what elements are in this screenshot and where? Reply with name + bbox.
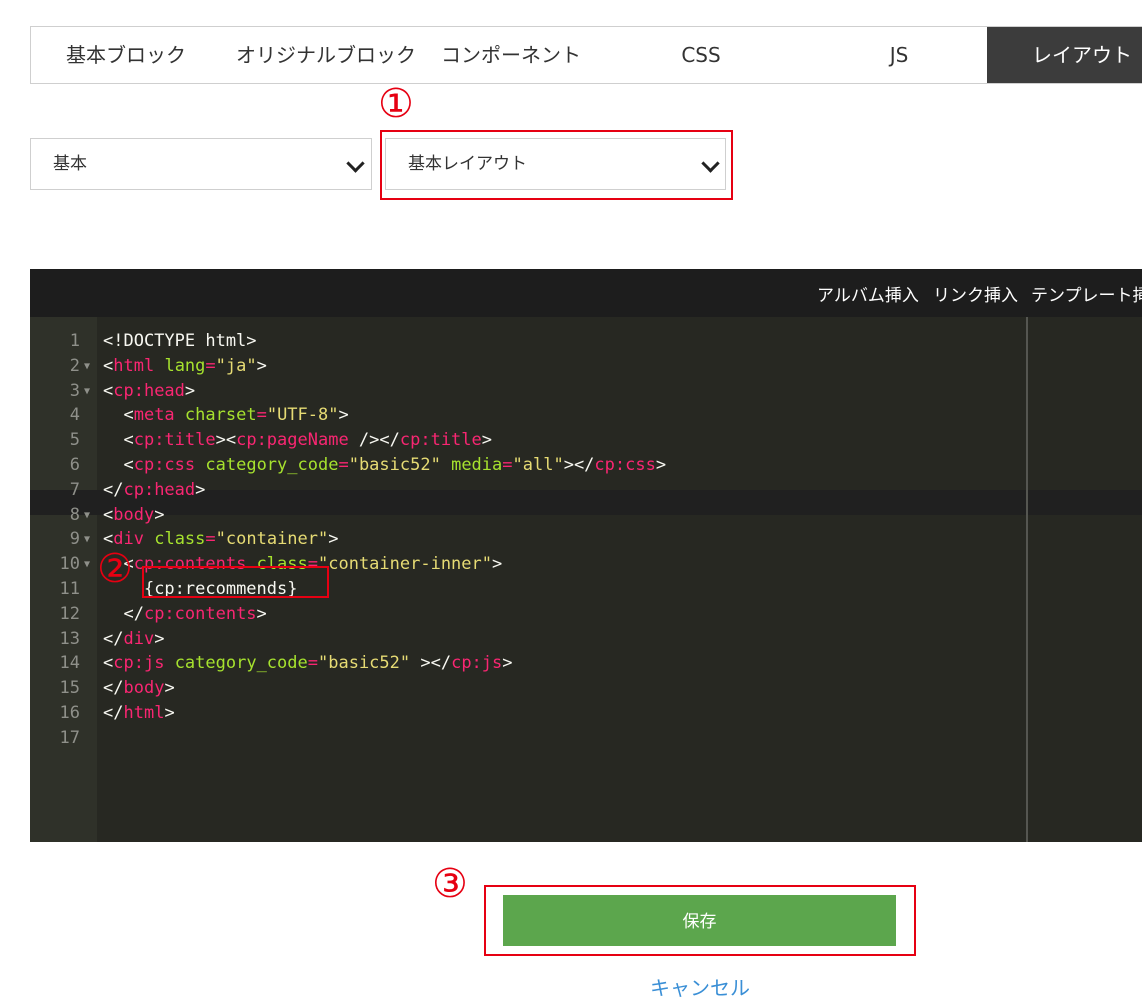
line-number: 3 bbox=[69, 380, 80, 401]
code-text: </div> bbox=[103, 628, 165, 649]
code-line[interactable]: 9 ▼ <div class="container"> bbox=[30, 527, 1142, 552]
code-text: </cp:head> bbox=[103, 479, 206, 500]
line-number: 14 bbox=[59, 653, 80, 674]
layout-tab-bar: 基本ブロック オリジナルブロック コンポーネント CSS JS レイアウト bbox=[30, 26, 1142, 84]
code-text: <cp:head> bbox=[103, 380, 196, 401]
fold-arrow-icon[interactable]: ▼ bbox=[84, 552, 90, 577]
code-text: </cp:contents> bbox=[103, 603, 267, 624]
line-number: 6 bbox=[69, 455, 80, 475]
line-number: 11 bbox=[59, 579, 80, 599]
line-number: 7 bbox=[69, 479, 80, 500]
tab-original-block[interactable]: オリジナルブロック bbox=[221, 27, 431, 83]
code-text: <div class="container"> bbox=[103, 529, 339, 550]
line-number: 2 bbox=[69, 355, 80, 376]
code-line[interactable]: 5 <cp:title><cp:pageName /></cp:title> bbox=[30, 428, 1142, 453]
line-number: 15 bbox=[59, 678, 80, 699]
code-line[interactable]: 4 <meta charset="UTF-8"> bbox=[30, 403, 1142, 428]
line-number: 13 bbox=[59, 628, 80, 649]
code-text: <cp:css category_code="basic52" media="a… bbox=[103, 455, 667, 475]
layout-select-value: 基本レイアウト bbox=[408, 154, 527, 174]
line-number: 12 bbox=[59, 603, 80, 624]
fold-arrow-icon[interactable]: ▼ bbox=[84, 503, 90, 528]
code-text: <body> bbox=[103, 504, 165, 525]
editor-toolbar: アルバム挿入 リンク挿入 テンプレート挿 bbox=[30, 269, 1142, 317]
annotation-marker-2: ② bbox=[97, 546, 133, 592]
code-line[interactable]: 13 </div> bbox=[30, 627, 1142, 652]
chevron-down-icon bbox=[701, 154, 720, 173]
fold-arrow-icon[interactable]: ▼ bbox=[84, 354, 90, 379]
code-line[interactable]: 14 <cp:js category_code="basic52" ></cp:j… bbox=[30, 651, 1142, 676]
code-line[interactable]: 15 </body> bbox=[30, 676, 1142, 701]
code-text: </html> bbox=[103, 703, 175, 723]
cancel-link[interactable]: キャンセル bbox=[650, 972, 750, 1001]
fold-arrow-icon[interactable]: ▼ bbox=[84, 379, 90, 404]
code-line[interactable]: 16 </html> bbox=[30, 701, 1142, 726]
code-text: <cp:title><cp:pageName /></cp:title> bbox=[103, 430, 493, 451]
template-insert-button[interactable]: テンプレート挿 bbox=[1031, 281, 1142, 306]
category-select-value: 基本 bbox=[53, 154, 87, 174]
line-number: 1 bbox=[69, 331, 80, 351]
link-insert-button[interactable]: リンク挿入 bbox=[933, 281, 1018, 306]
tab-css[interactable]: CSS bbox=[591, 27, 811, 83]
annotation-marker-1: ① bbox=[378, 81, 414, 127]
code-line[interactable]: 3 ▼ <cp:head> bbox=[30, 379, 1142, 404]
line-number: 9 bbox=[69, 529, 80, 550]
chevron-down-icon bbox=[346, 154, 365, 173]
code-text: <!DOCTYPE html> bbox=[103, 331, 257, 351]
line-number: 4 bbox=[69, 405, 80, 426]
tab-layout[interactable]: レイアウト bbox=[987, 27, 1142, 83]
code-line[interactable]: 1 <!DOCTYPE html> bbox=[30, 329, 1142, 354]
code-line[interactable]: 12 </cp:contents> bbox=[30, 602, 1142, 627]
code-line[interactable]: 7 </cp:head> bbox=[30, 478, 1142, 503]
line-number: 10 bbox=[59, 554, 80, 575]
line-number: 17 bbox=[59, 727, 80, 748]
annotation-marker-3: ③ bbox=[432, 861, 468, 907]
tab-js[interactable]: JS bbox=[811, 27, 987, 83]
annotation-box-2 bbox=[142, 566, 329, 598]
code-text: <html lang="ja"> bbox=[103, 355, 267, 376]
save-button[interactable]: 保存 bbox=[503, 895, 896, 946]
code-line[interactable]: 17 bbox=[30, 726, 1142, 751]
category-select[interactable]: 基本 bbox=[30, 138, 372, 190]
line-number: 5 bbox=[69, 430, 80, 451]
line-number: 16 bbox=[59, 703, 80, 723]
code-text: <meta charset="UTF-8"> bbox=[103, 405, 349, 426]
code-line[interactable]: 2 ▼ <html lang="ja"> bbox=[30, 354, 1142, 379]
code-line[interactable]: 6 <cp:css category_code="basic52" media=… bbox=[30, 453, 1142, 478]
line-number: 8 bbox=[69, 504, 80, 525]
layout-select[interactable]: 基本レイアウト bbox=[385, 138, 726, 190]
code-text: </body> bbox=[103, 678, 175, 699]
code-text: <cp:js category_code="basic52" ></cp:js> bbox=[103, 653, 513, 674]
code-line[interactable]: 8 ▼ <body> bbox=[30, 503, 1142, 528]
code-editor[interactable]: アルバム挿入 リンク挿入 テンプレート挿 1 <!DOCTYPE html> 2 ▼ <… bbox=[30, 269, 1142, 842]
tab-basic-block[interactable]: 基本ブロック bbox=[31, 27, 221, 83]
fold-arrow-icon[interactable]: ▼ bbox=[84, 527, 90, 552]
tab-component[interactable]: コンポーネント bbox=[431, 27, 591, 83]
album-insert-button[interactable]: アルバム挿入 bbox=[817, 281, 919, 306]
